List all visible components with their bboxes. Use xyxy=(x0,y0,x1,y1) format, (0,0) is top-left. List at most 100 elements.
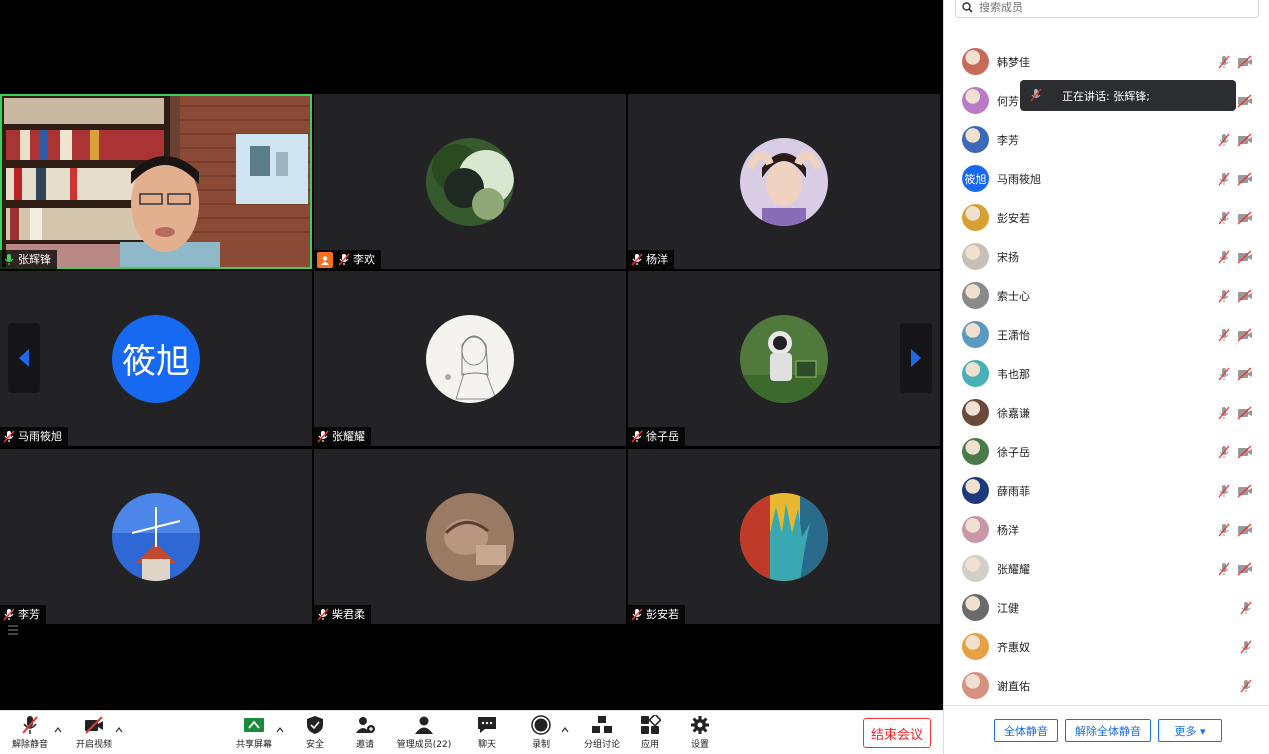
participant-name: 杨洋 xyxy=(997,523,1019,537)
apps-button[interactable]: 应用 xyxy=(633,715,667,753)
mute-all-button[interactable]: 全体静音 xyxy=(994,719,1058,742)
mic-muted-icon[interactable] xyxy=(1217,328,1231,342)
chevron-up-icon[interactable] xyxy=(561,727,569,733)
participant-row[interactable]: 杨洋 xyxy=(944,510,1269,549)
video-tile[interactable]: 徐子岳 xyxy=(628,271,940,446)
participant-row[interactable]: 韦也那 xyxy=(944,354,1269,393)
video-off-icon[interactable] xyxy=(1237,289,1253,303)
mic-muted-icon xyxy=(3,608,15,621)
mic-muted-icon[interactable] xyxy=(1217,523,1231,537)
end-meeting-button[interactable]: 结束会议 xyxy=(863,718,931,748)
mic-muted-icon[interactable] xyxy=(1217,406,1231,420)
video-tile[interactable]: 筱旭 马雨筱旭 xyxy=(0,271,312,446)
video-off-icon[interactable] xyxy=(1237,445,1253,459)
mic-muted-icon[interactable] xyxy=(1217,172,1231,186)
participant-row[interactable]: 徐子岳 xyxy=(944,432,1269,471)
participant-row[interactable]: 宋扬 xyxy=(944,237,1269,276)
video-off-icon[interactable] xyxy=(1237,523,1253,537)
mic-muted-icon[interactable] xyxy=(1217,133,1231,147)
unmute-button[interactable]: 解除静音 xyxy=(10,715,50,753)
chevron-up-icon[interactable] xyxy=(276,727,284,733)
participant-row[interactable]: 张耀耀 xyxy=(944,549,1269,588)
list-view-icon[interactable] xyxy=(6,623,20,637)
mic-muted-icon xyxy=(1030,88,1042,102)
participant-avatar xyxy=(740,492,828,581)
search-box[interactable] xyxy=(955,0,1259,18)
settings-button[interactable]: 设置 xyxy=(683,715,717,753)
chevron-up-icon[interactable] xyxy=(115,727,123,733)
mic-muted-icon[interactable] xyxy=(1217,562,1231,576)
video-off-icon[interactable] xyxy=(1237,328,1253,342)
mic-muted-icon xyxy=(317,430,329,443)
start-video-button[interactable]: 开启视频 xyxy=(74,715,114,753)
video-tile[interactable]: 杨洋 xyxy=(628,94,940,269)
tile-name-label: 马雨筱旭 xyxy=(0,427,68,446)
participant-row[interactable]: 江健 xyxy=(944,588,1269,627)
search-input[interactable] xyxy=(979,0,1239,14)
video-tile[interactable]: 彭安若 xyxy=(628,449,940,624)
more-button[interactable]: 更多 ▾ xyxy=(1158,719,1222,742)
mic-muted-icon xyxy=(22,716,38,734)
video-off-icon[interactable] xyxy=(1237,367,1253,381)
tile-name-label: 李欢 xyxy=(314,250,381,269)
participant-avatar xyxy=(740,314,828,403)
participant-name: 薛雨菲 xyxy=(997,484,1030,498)
participant-row[interactable]: 彭安若 xyxy=(944,198,1269,237)
mic-muted-icon[interactable] xyxy=(1217,445,1231,459)
mic-muted-icon[interactable] xyxy=(1217,211,1231,225)
video-off-icon[interactable] xyxy=(1237,406,1253,420)
video-tile[interactable]: 柴君柔 xyxy=(314,449,626,624)
participant-avatar xyxy=(740,137,828,226)
participant-row[interactable]: 徐嘉谦 xyxy=(944,393,1269,432)
video-off-icon[interactable] xyxy=(1237,562,1253,576)
video-off-icon[interactable] xyxy=(1237,211,1253,225)
meeting-toolbar: 解除静音 开启视频 共享屏幕 安全 邀请 管理成员(22) 聊天 录制 分组讨论… xyxy=(0,710,943,754)
participant-row[interactable]: 韩梦佳 xyxy=(944,42,1269,81)
record-button[interactable]: 录制 xyxy=(524,715,558,753)
video-tile-speaker[interactable]: 张辉锋 xyxy=(0,94,312,269)
participants-panel: 韩梦佳何芳李芳筱旭马雨筱旭彭安若宋扬索士心王潇怡韦也那徐嘉谦徐子岳薛雨菲杨洋张耀… xyxy=(943,0,1269,754)
video-off-icon[interactable] xyxy=(1237,250,1253,264)
unmute-all-button[interactable]: 解除全体静音 xyxy=(1065,719,1151,742)
participant-row[interactable]: 王潇怡 xyxy=(944,315,1269,354)
participant-name: 彭安若 xyxy=(997,211,1030,225)
mic-muted-icon[interactable] xyxy=(1217,367,1231,381)
video-off-icon[interactable] xyxy=(1237,172,1253,186)
share-screen-icon xyxy=(244,718,264,732)
participant-avatar xyxy=(962,594,989,621)
participant-row[interactable]: 李芳 xyxy=(944,120,1269,159)
video-off-icon[interactable] xyxy=(1237,94,1253,108)
participant-row[interactable]: 齐惠奴 xyxy=(944,627,1269,666)
mic-muted-icon[interactable] xyxy=(1217,289,1231,303)
video-tile[interactable]: 李欢 xyxy=(314,94,626,269)
tile-name-label: 彭安若 xyxy=(628,605,685,624)
security-button[interactable]: 安全 xyxy=(298,715,332,753)
share-screen-button[interactable]: 共享屏幕 xyxy=(234,715,274,753)
participant-row[interactable]: 筱旭 马雨筱旭 xyxy=(944,159,1269,198)
mic-muted-icon[interactable] xyxy=(1239,679,1253,693)
manage-participants-button[interactable]: 管理成员(22) xyxy=(394,715,454,753)
participant-row[interactable]: 薛雨菲 xyxy=(944,471,1269,510)
video-off-icon[interactable] xyxy=(1237,484,1253,498)
invite-button[interactable]: 邀请 xyxy=(348,715,382,753)
mic-muted-icon[interactable] xyxy=(1239,601,1253,615)
video-tile[interactable]: 张耀耀 xyxy=(314,271,626,446)
next-page-button[interactable] xyxy=(900,323,932,393)
mic-muted-icon[interactable] xyxy=(1217,484,1231,498)
video-off-icon[interactable] xyxy=(1237,133,1253,147)
mic-muted-icon xyxy=(631,430,643,443)
prev-page-button[interactable] xyxy=(8,323,40,393)
mic-muted-icon[interactable] xyxy=(1217,55,1231,69)
video-tile[interactable]: 李芳 xyxy=(0,449,312,624)
participant-row[interactable]: 谢直佑 xyxy=(944,666,1269,705)
panel-footer: 全体静音 解除全体静音 更多 ▾ xyxy=(944,705,1269,754)
chat-button[interactable]: 聊天 xyxy=(470,715,504,753)
mic-muted-icon[interactable] xyxy=(1239,640,1253,654)
chevron-up-icon[interactable] xyxy=(54,727,62,733)
mic-muted-icon xyxy=(338,253,350,266)
participant-row[interactable]: 索士心 xyxy=(944,276,1269,315)
participant-name: 王潇怡 xyxy=(997,328,1030,342)
breakout-rooms-button[interactable]: 分组讨论 xyxy=(580,715,624,753)
video-off-icon[interactable] xyxy=(1237,55,1253,69)
mic-muted-icon[interactable] xyxy=(1217,250,1231,264)
